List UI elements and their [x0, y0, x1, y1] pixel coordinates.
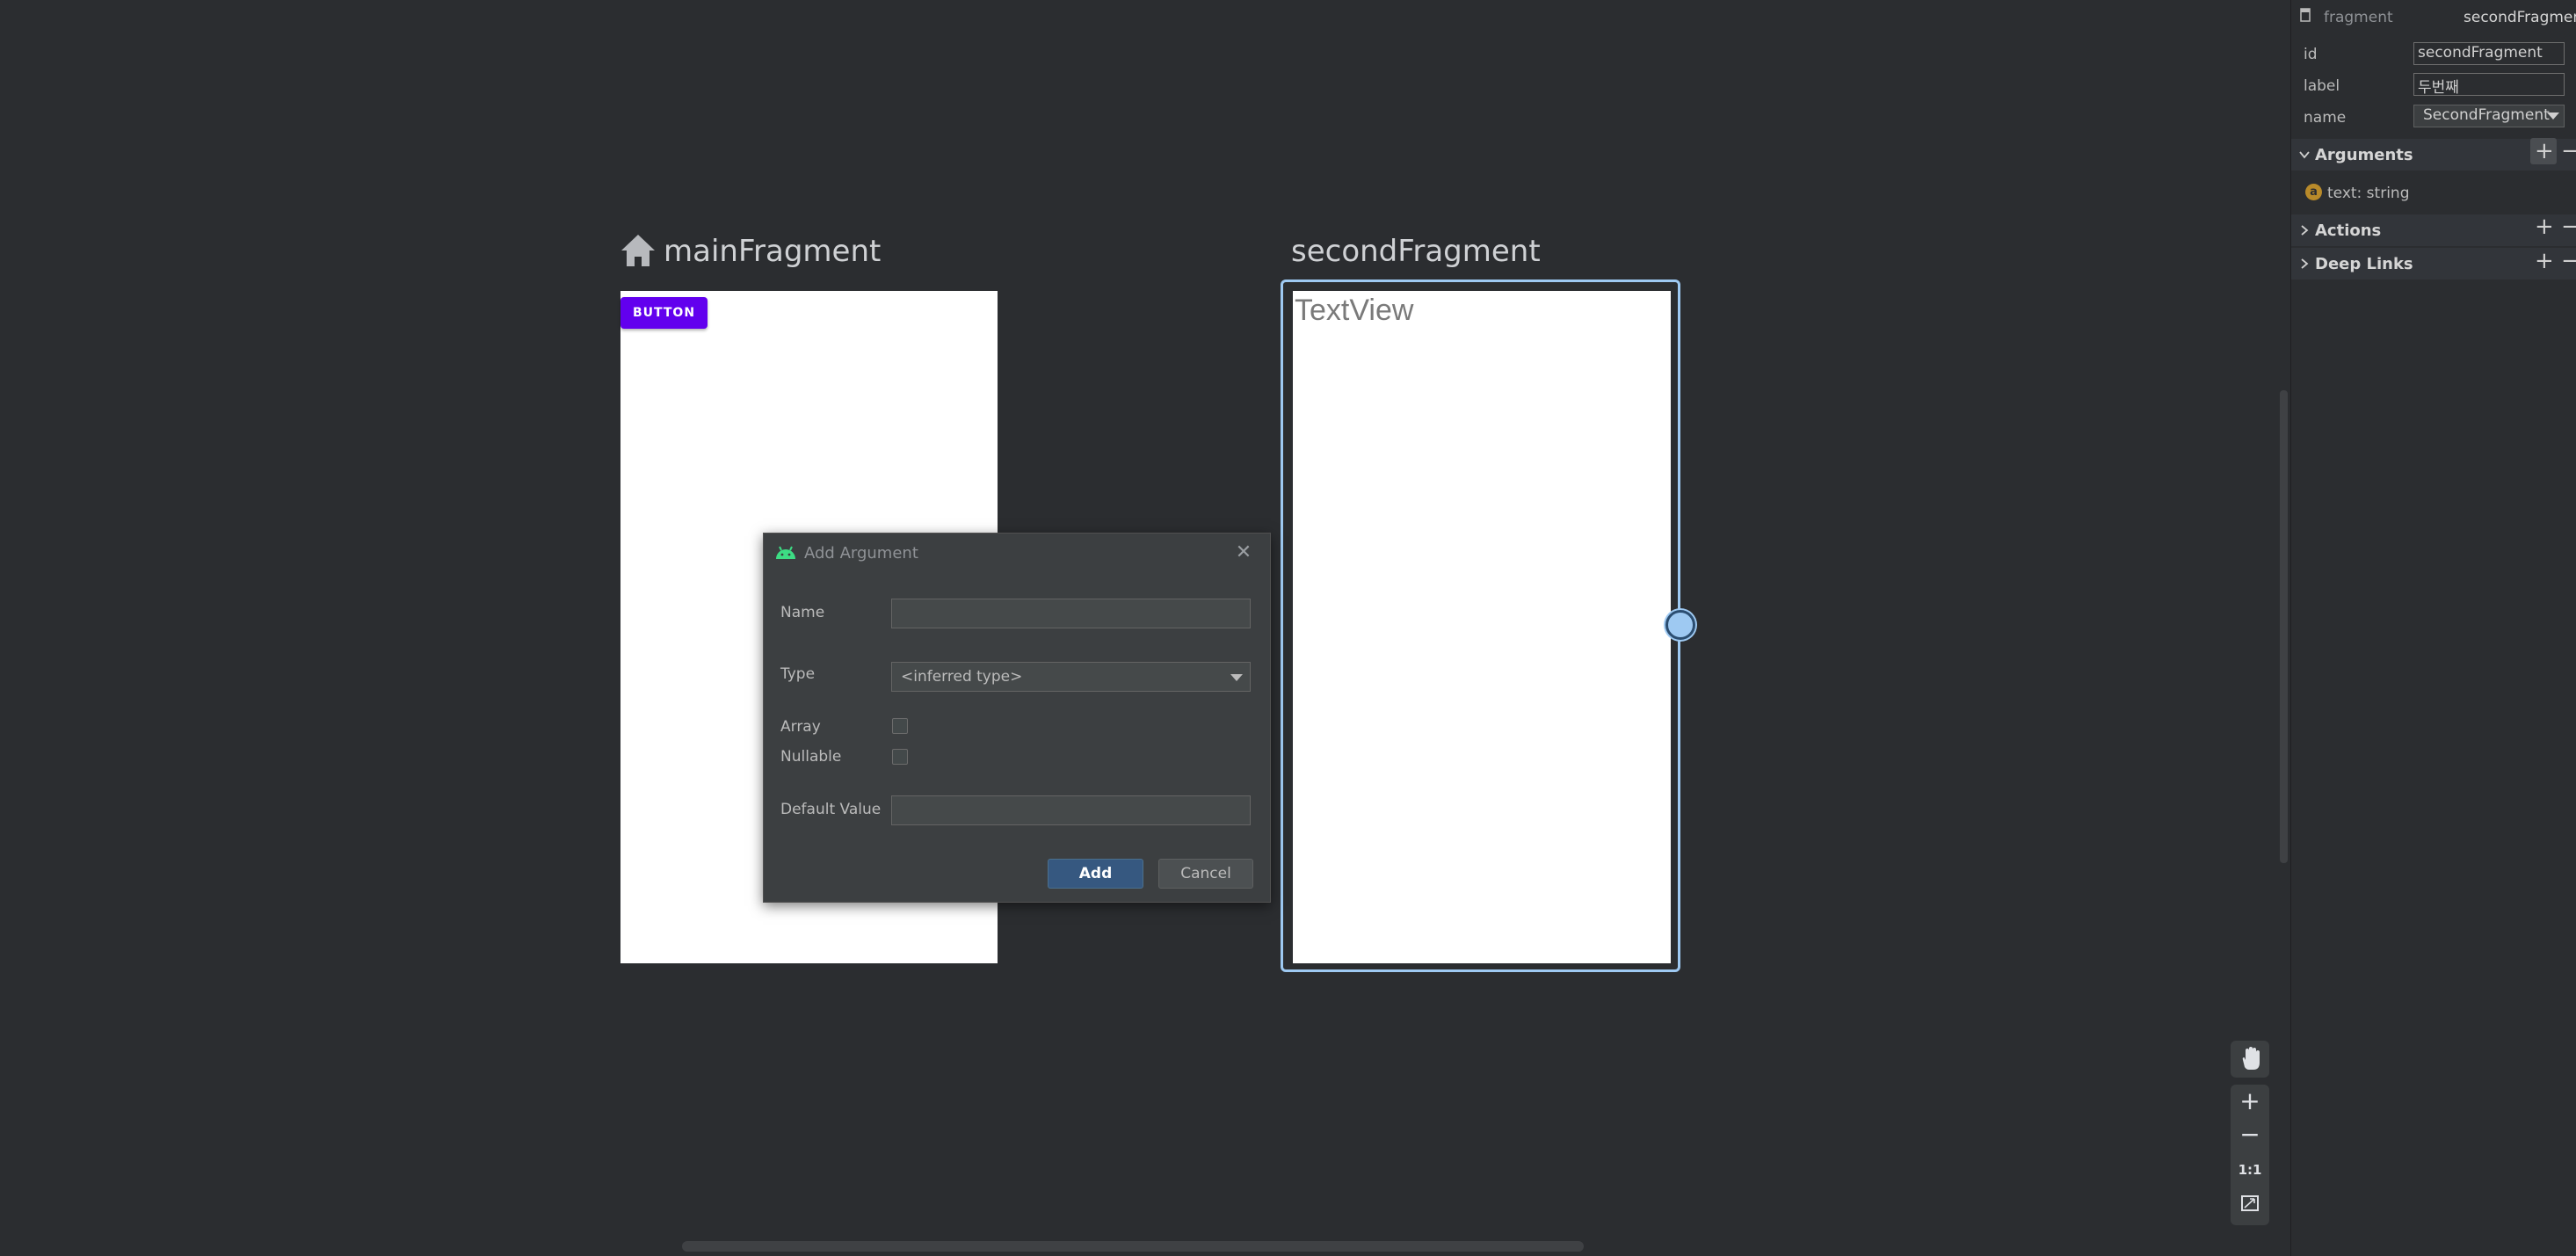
chevron-down-icon: [2547, 113, 2559, 120]
type-selected-value: <inferred type>: [901, 668, 1023, 686]
zoom-in-button[interactable]: +: [2231, 1085, 2269, 1118]
zoom-out-button[interactable]: −: [2231, 1118, 2269, 1151]
chevron-right-icon[interactable]: [2298, 224, 2311, 236]
name-input[interactable]: [891, 599, 1251, 628]
argument-badge: a: [2305, 184, 2322, 200]
vertical-scrollbar[interactable]: [2280, 390, 2288, 863]
zoom-controls: + − 1:1: [2231, 1085, 2269, 1225]
label-label: label: [2304, 77, 2340, 95]
home-icon: [621, 235, 655, 266]
array-checkbox[interactable]: [892, 718, 908, 734]
textview-label: TextView: [1295, 294, 1414, 327]
chevron-down-icon: [1230, 674, 1243, 681]
remove-deep-link-button[interactable]: −: [2561, 250, 2576, 272]
close-icon[interactable]: ✕: [1233, 542, 1254, 563]
add-argument-dialog: Add Argument ✕ Name Type <inferred type>…: [763, 533, 1271, 903]
cancel-button[interactable]: Cancel: [1158, 859, 1253, 889]
type-label: Type: [780, 665, 816, 683]
dialog-title: Add Argument: [804, 544, 918, 563]
action-anchor-handle[interactable]: [1665, 610, 1695, 640]
zoom-to-fit-button[interactable]: [2231, 1187, 2269, 1220]
hand-icon: [2242, 1047, 2260, 1070]
second-fragment-preview[interactable]: [1293, 291, 1671, 963]
component-type-label: fragment: [2324, 9, 2393, 26]
argument-item[interactable]: text: string: [2327, 185, 2409, 202]
fragment-icon: [2300, 8, 2311, 22]
main-fragment-button[interactable]: BUTTON: [620, 297, 707, 329]
android-icon: [776, 546, 795, 559]
default-value-input[interactable]: [891, 795, 1251, 825]
second-fragment-title[interactable]: secondFragment: [1291, 234, 1541, 269]
navigation-graph-canvas[interactable]: mainFragment BUTTON secondFragment TextV…: [0, 0, 2290, 1256]
name-dropdown[interactable]: SecondFragment: [2413, 105, 2565, 127]
name-label: Name: [780, 604, 825, 621]
type-dropdown[interactable]: <inferred type>: [891, 662, 1251, 692]
add-action-button[interactable]: +: [2535, 215, 2554, 238]
array-label: Array: [780, 718, 821, 736]
chevron-down-icon[interactable]: [2298, 149, 2311, 161]
main-fragment-title[interactable]: mainFragment: [664, 234, 881, 269]
actual-size-button[interactable]: 1:1: [2231, 1153, 2269, 1187]
id-field[interactable]: secondFragment: [2413, 42, 2565, 65]
deep-links-section-title: Deep Links: [2315, 255, 2413, 273]
dialog-title-bar: Add Argument ✕: [764, 534, 1270, 574]
fit-screen-icon: [2241, 1195, 2259, 1211]
horizontal-scrollbar[interactable]: [682, 1241, 1584, 1252]
pan-hand-button[interactable]: [2231, 1041, 2269, 1078]
default-value-label: Default Value: [780, 801, 882, 818]
add-argument-button[interactable]: +: [2535, 140, 2554, 163]
add-button[interactable]: Add: [1048, 859, 1143, 889]
actions-section-title: Actions: [2315, 221, 2382, 240]
add-deep-link-button[interactable]: +: [2535, 250, 2554, 272]
label-field[interactable]: 두번째: [2413, 73, 2565, 96]
remove-action-button[interactable]: −: [2561, 215, 2576, 238]
nullable-label: Nullable: [780, 748, 842, 766]
component-id-header: secondFragment: [2464, 9, 2576, 26]
arguments-section-title: Arguments: [2315, 146, 2413, 164]
chevron-right-icon[interactable]: [2298, 258, 2311, 270]
nullable-checkbox[interactable]: [892, 749, 908, 765]
remove-argument-button[interactable]: −: [2561, 140, 2576, 163]
id-label: id: [2304, 46, 2318, 63]
name-label: name: [2304, 109, 2347, 127]
